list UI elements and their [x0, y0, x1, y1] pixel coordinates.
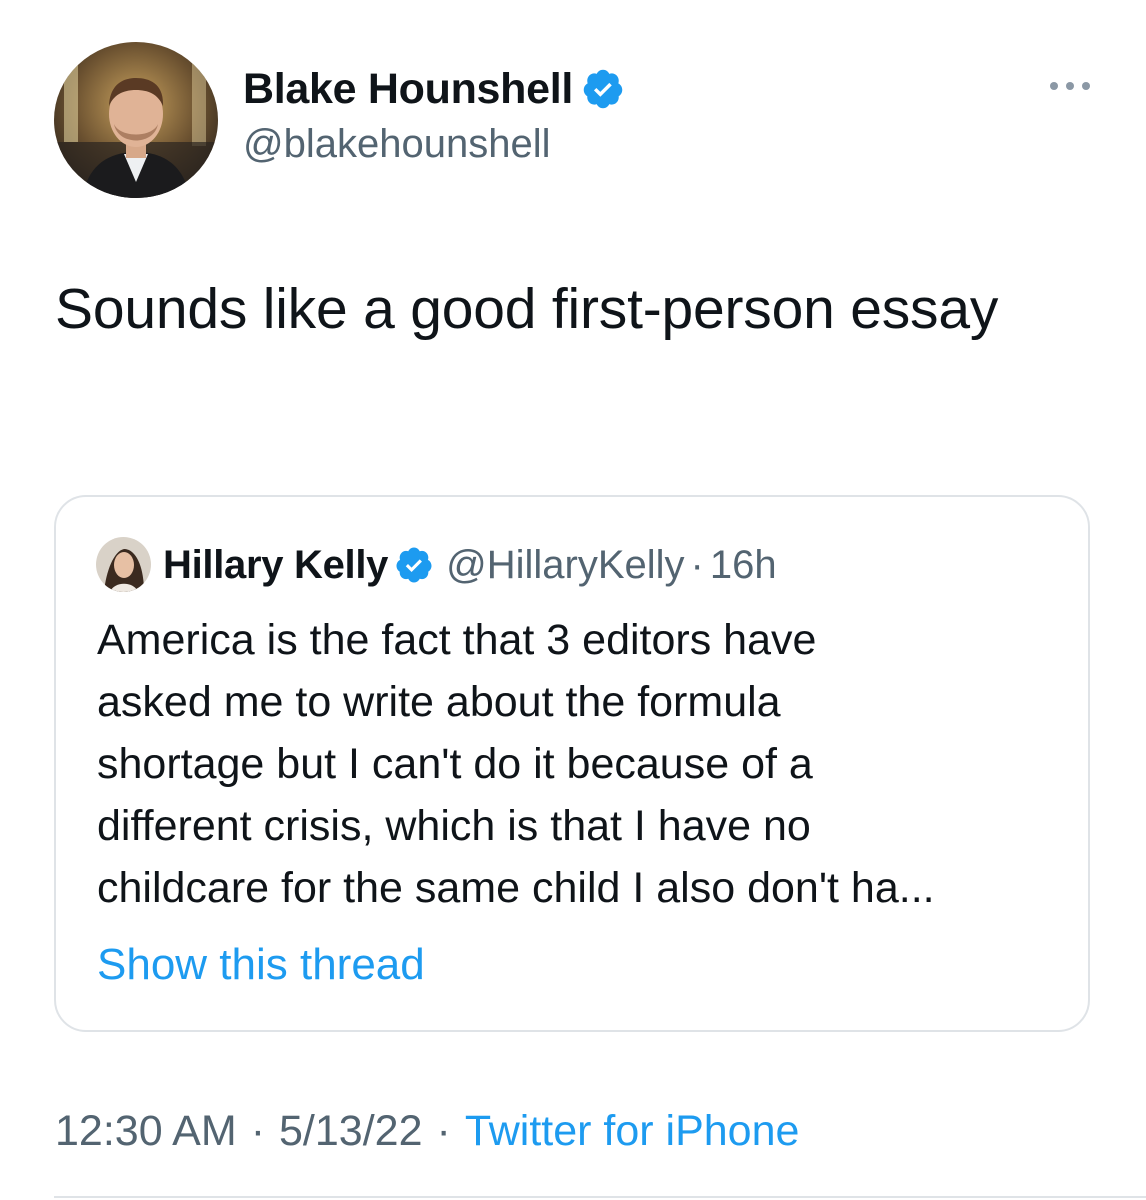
separator-dot: · [690, 542, 704, 587]
quoted-tweet-card[interactable]: Hillary Kelly @HillaryKelly · 16h Americ… [54, 495, 1090, 1032]
quoted-text-line: childcare for the same child I also don'… [97, 864, 935, 912]
profile-photo-icon [96, 537, 151, 592]
tweet-metadata: 12:30 AM · 5/13/22 · Twitter for iPhone [55, 1104, 799, 1158]
quoted-tweet-header: Hillary Kelly @HillaryKelly · 16h [96, 537, 777, 592]
quoted-text-line: different crisis, which is that I have n… [97, 802, 811, 850]
verified-badge-icon [581, 67, 625, 111]
profile-photo-icon [54, 42, 218, 198]
tweet-date[interactable]: 5/13/22 [279, 1104, 422, 1158]
divider [54, 1196, 1146, 1198]
quoted-author-handle: @HillaryKelly [446, 542, 685, 587]
quoted-text-line: asked me to write about the formula [97, 678, 781, 726]
quoted-text-line: shortage but I can't do it because of a [97, 740, 813, 788]
author-name-label: Blake Hounshell [243, 65, 574, 113]
more-dot [1050, 82, 1058, 90]
tweet-time[interactable]: 12:30 AM [55, 1104, 237, 1158]
quoted-text-line: America is the fact that 3 editors have [97, 616, 817, 664]
separator-dot: · [436, 1107, 451, 1155]
author-name[interactable]: Blake Hounshell [243, 63, 625, 115]
show-thread-link[interactable]: Show this thread [97, 935, 425, 995]
quoted-tweet-time: 16h [709, 542, 777, 587]
quoted-author-avatar[interactable] [96, 537, 151, 592]
tweet-text: Sounds like a good first-person essay [55, 277, 999, 341]
author-handle[interactable]: @blakehounshell [243, 120, 550, 168]
tweet-source-link[interactable]: Twitter for iPhone [465, 1104, 800, 1158]
quoted-tweet-text: America is the fact that 3 editors have … [97, 609, 1057, 919]
more-options-icon[interactable] [1050, 72, 1090, 100]
author-avatar[interactable] [54, 42, 218, 198]
more-dot [1066, 82, 1074, 90]
quoted-author-name: Hillary Kelly [163, 542, 389, 587]
separator-dot: · [250, 1107, 266, 1155]
verified-badge-icon [394, 545, 434, 585]
more-dot [1082, 82, 1090, 90]
